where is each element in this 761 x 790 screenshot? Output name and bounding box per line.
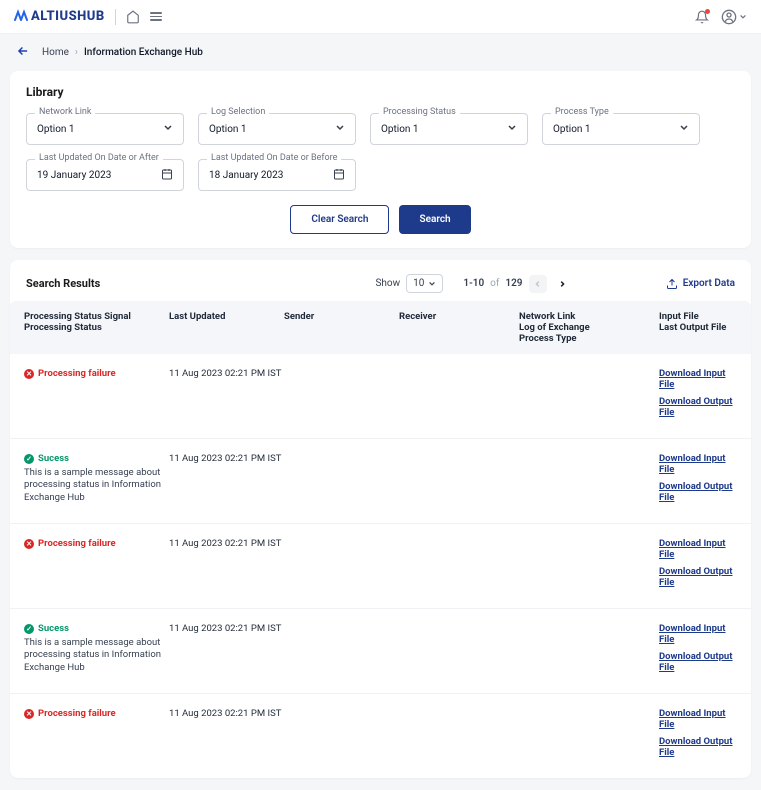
download-output-link[interactable]: Download Output File bbox=[659, 651, 737, 673]
table-header: Processing Status Signal Processing Stat… bbox=[10, 301, 751, 354]
download-input-link[interactable]: Download Input File bbox=[659, 538, 737, 560]
download-input-link[interactable]: Download Input File bbox=[659, 623, 737, 645]
table-row: ✕Processing failure11 Aug 2023 02:21 PM … bbox=[10, 694, 751, 778]
calendar-icon bbox=[333, 168, 345, 183]
menu-icon[interactable] bbox=[150, 12, 162, 21]
status-message: This is a sample message about processin… bbox=[24, 637, 169, 674]
prev-page-button[interactable] bbox=[529, 275, 547, 293]
date-after-input[interactable]: Last Updated On Date or After 19 January… bbox=[26, 159, 184, 191]
status-badge: ✕Processing failure bbox=[24, 368, 169, 379]
library-card: Library Network Link Option 1 Log Select… bbox=[10, 71, 751, 248]
log-selection-select[interactable]: Log Selection Option 1 bbox=[198, 113, 356, 145]
status-badge: ✕Processing failure bbox=[24, 538, 169, 549]
download-input-link[interactable]: Download Input File bbox=[659, 453, 737, 475]
clear-search-button[interactable]: Clear Search bbox=[290, 205, 389, 234]
breadcrumb-current: Information Exchange Hub bbox=[84, 47, 203, 58]
timestamp: 11 Aug 2023 02:21 PM IST bbox=[169, 623, 284, 679]
status-badge: ✓Sucess bbox=[24, 623, 169, 634]
chevron-right-icon: › bbox=[75, 47, 78, 58]
timestamp: 11 Aug 2023 02:21 PM IST bbox=[169, 453, 284, 509]
user-menu[interactable] bbox=[721, 9, 747, 25]
results-card: Search Results Show 10 1-10 of 129 Expor… bbox=[10, 260, 751, 778]
date-before-input[interactable]: Last Updated On Date or Before 18 Januar… bbox=[198, 159, 356, 191]
results-title: Search Results bbox=[26, 277, 100, 290]
download-input-link[interactable]: Download Input File bbox=[659, 368, 737, 390]
logo-icon bbox=[14, 9, 28, 25]
calendar-icon bbox=[161, 168, 173, 183]
timestamp: 11 Aug 2023 02:21 PM IST bbox=[169, 708, 284, 764]
table-row: ✕Processing failure11 Aug 2023 02:21 PM … bbox=[10, 354, 751, 439]
library-title: Library bbox=[26, 85, 735, 99]
breadcrumb-home[interactable]: Home bbox=[42, 47, 69, 58]
download-output-link[interactable]: Download Output File bbox=[659, 396, 737, 418]
table-row: ✕Processing failure11 Aug 2023 02:21 PM … bbox=[10, 524, 751, 609]
table-row: ✓Sucess This is a sample message about pr… bbox=[10, 609, 751, 694]
timestamp: 11 Aug 2023 02:21 PM IST bbox=[169, 368, 284, 424]
processing-status-select[interactable]: Processing Status Option 1 bbox=[370, 113, 528, 145]
home-icon[interactable] bbox=[126, 10, 140, 24]
check-icon: ✓ bbox=[24, 624, 34, 634]
export-data-button[interactable]: Export Data bbox=[666, 278, 735, 290]
breadcrumb-bar: Home › Information Exchange Hub bbox=[0, 34, 761, 71]
top-bar: ALTIUSHUB bbox=[0, 0, 761, 34]
page-size-select[interactable]: 10 bbox=[406, 274, 443, 293]
divider bbox=[115, 9, 116, 25]
process-type-select[interactable]: Process Type Option 1 bbox=[542, 113, 700, 145]
download-output-link[interactable]: Download Output File bbox=[659, 481, 737, 503]
status-message: This is a sample message about processin… bbox=[24, 467, 169, 504]
next-page-button[interactable] bbox=[553, 275, 571, 293]
status-badge: ✓Sucess bbox=[24, 453, 169, 464]
error-icon: ✕ bbox=[24, 709, 34, 719]
error-icon: ✕ bbox=[24, 539, 34, 549]
download-output-link[interactable]: Download Output File bbox=[659, 566, 737, 588]
status-badge: ✕Processing failure bbox=[24, 708, 169, 719]
chevron-down-icon bbox=[163, 123, 173, 136]
download-output-link[interactable]: Download Output File bbox=[659, 736, 737, 758]
table-row: ✓Sucess This is a sample message about pr… bbox=[10, 439, 751, 524]
brand-logo[interactable]: ALTIUSHUB bbox=[14, 9, 105, 25]
timestamp: 11 Aug 2023 02:21 PM IST bbox=[169, 538, 284, 594]
brand-text: ALTIUSHUB bbox=[31, 9, 105, 24]
error-icon: ✕ bbox=[24, 369, 34, 379]
network-link-select[interactable]: Network Link Option 1 bbox=[26, 113, 184, 145]
show-label: Show bbox=[375, 278, 400, 289]
chevron-down-icon bbox=[335, 123, 345, 136]
notification-dot bbox=[705, 9, 710, 14]
download-input-link[interactable]: Download Input File bbox=[659, 708, 737, 730]
chevron-down-icon bbox=[679, 123, 689, 136]
search-button[interactable]: Search bbox=[399, 205, 470, 234]
notifications-icon[interactable] bbox=[695, 10, 709, 24]
back-arrow-icon[interactable] bbox=[14, 44, 32, 61]
check-icon: ✓ bbox=[24, 454, 34, 464]
chevron-down-icon bbox=[507, 123, 517, 136]
breadcrumb: Home › Information Exchange Hub bbox=[42, 47, 203, 58]
